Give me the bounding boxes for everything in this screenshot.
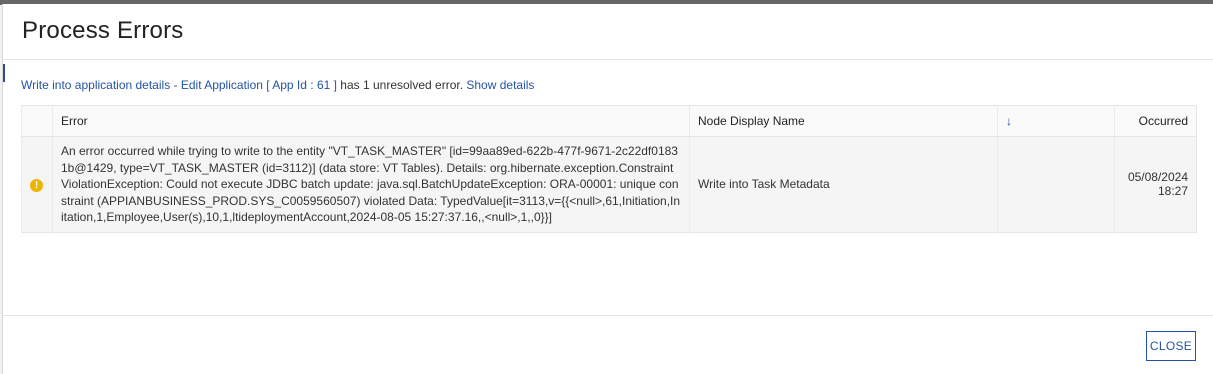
sort-cell: [997, 136, 1115, 232]
status-column-header: [21, 105, 53, 137]
error-cell: An error occurred while trying to write …: [52, 136, 690, 232]
node-cell: Write into Task Metadata: [689, 136, 998, 232]
dialog-header: Process Errors: [3, 4, 1213, 60]
table-row[interactable]: ! An error occurred while trying to writ…: [21, 136, 1197, 232]
process-errors-dialog: Process Errors Write into application de…: [2, 4, 1213, 374]
warning-icon: !: [30, 178, 43, 192]
sort-column-header[interactable]: ↓: [997, 105, 1115, 137]
table-header-row: Error Node Display Name ↓ Occurred: [21, 105, 1197, 137]
errors-table: Error Node Display Name ↓ Occurred ! An …: [21, 105, 1197, 233]
dialog-title: Process Errors: [22, 17, 184, 44]
footer-divider: [3, 315, 1213, 316]
process-node-link[interactable]: Write into application details - Edit Ap…: [21, 78, 337, 92]
sort-descending-icon[interactable]: ↓: [1006, 114, 1012, 128]
occurred-column-header[interactable]: Occurred: [1114, 105, 1197, 137]
summary-text: has 1 unresolved error.: [336, 78, 467, 92]
error-column-header[interactable]: Error: [52, 105, 690, 137]
occurred-cell: 05/08/2024 18:27: [1114, 136, 1197, 232]
show-details-link[interactable]: Show details: [466, 78, 534, 92]
node-column-header[interactable]: Node Display Name: [689, 105, 998, 137]
close-button[interactable]: CLOSE: [1146, 331, 1196, 361]
error-summary: Write into application details - Edit Ap…: [21, 78, 534, 92]
error-message: An error occurred while trying to write …: [61, 144, 681, 224]
left-accent-bar: [3, 64, 5, 82]
status-cell: !: [21, 136, 53, 232]
